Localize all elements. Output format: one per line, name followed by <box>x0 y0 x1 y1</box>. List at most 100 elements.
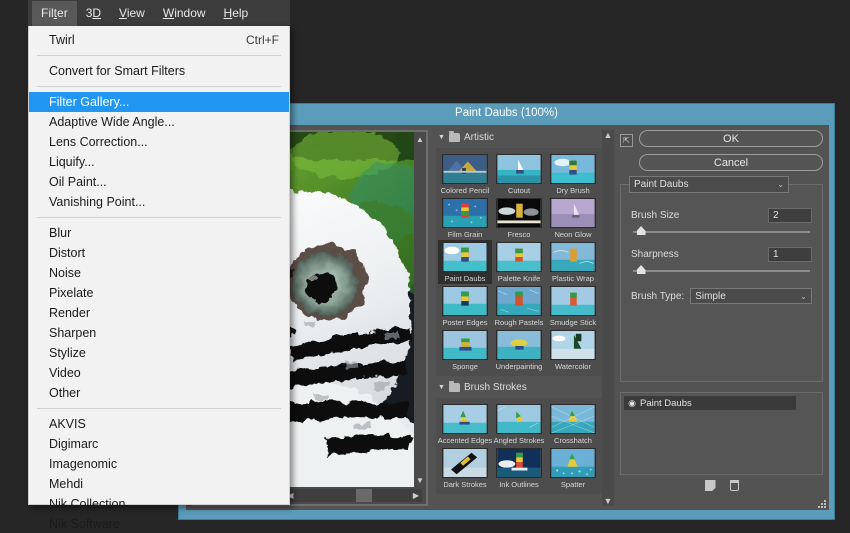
menu-item-label: Nik Collection <box>49 497 279 511</box>
filter-thumb-dark-strokes[interactable]: Dark Strokes <box>438 446 492 490</box>
filter-thumb-angled-strokes[interactable]: Angled Strokes <box>492 402 546 446</box>
new-effect-layer-icon[interactable] <box>705 480 716 491</box>
filter-thumb-underpainting[interactable]: Underpainting <box>492 328 546 372</box>
menu-item-label: Digimarc <box>49 437 279 451</box>
folder-icon <box>449 383 460 392</box>
filter-thumb-palette-knife[interactable]: Palette Knife <box>492 240 546 284</box>
filter-preview-image <box>496 154 542 184</box>
scroll-up-arrow-icon[interactable]: ▲ <box>604 130 613 140</box>
filter-thumb-colored-pencil[interactable]: Colored Pencil <box>438 152 492 196</box>
collapse-panel-icon[interactable]: ⇱ <box>620 134 633 147</box>
menu-item-label: Filter Gallery... <box>49 95 279 109</box>
brush-size-slider[interactable] <box>633 231 810 233</box>
menu-item-distort[interactable]: Distort <box>29 243 289 263</box>
filter-thumb-watercolor[interactable]: Watercolor <box>546 328 600 372</box>
category-header-brush-strokes[interactable]: ▼ Brush Strokes <box>436 380 604 395</box>
filter-preview-image <box>550 198 596 228</box>
effect-layer-name: Paint Daubs <box>640 398 692 409</box>
menubar-item-help[interactable]: Help <box>215 1 258 26</box>
category-panel-artistic: Colored Pencil Cutout Dry Brush <box>436 148 604 376</box>
browser-scrollbar[interactable]: ▲ ▼ <box>602 130 614 506</box>
slider-handle[interactable] <box>637 226 646 235</box>
menu-item-liquify[interactable]: Liquify... <box>29 152 289 172</box>
preview-horizontal-scrollbar[interactable]: ◀ ▶ <box>284 489 422 502</box>
category-header-artistic[interactable]: ▼ Artistic <box>436 130 604 145</box>
menubar-item-3d[interactable]: 3D <box>77 1 110 26</box>
filter-thumb-rough-pastels[interactable]: Rough Pastels <box>492 284 546 328</box>
brush-size-input[interactable]: 2 <box>768 208 812 223</box>
sharpness-slider[interactable] <box>633 270 810 272</box>
menu-item-digimarc[interactable]: Digimarc <box>29 434 289 454</box>
menu-item-nik-collection[interactable]: Nik Collection <box>29 494 289 514</box>
filter-thumb-sponge[interactable]: Sponge <box>438 328 492 372</box>
resize-grip-icon[interactable] <box>817 499 826 508</box>
menu-item-lens-correction[interactable]: Lens Correction... <box>29 132 289 152</box>
filter-thumb-smudge-stick[interactable]: Smudge Stick <box>546 284 600 328</box>
scroll-down-arrow-icon[interactable]: ▼ <box>604 496 613 506</box>
filter-thumb-crosshatch[interactable]: Crosshatch <box>546 402 600 446</box>
menu-item-imagenomic[interactable]: Imagenomic <box>29 454 289 474</box>
filter-thumb-ink-outlines[interactable]: Ink Outlines <box>492 446 546 490</box>
menu-item-filter-gallery[interactable]: Filter Gallery... <box>29 92 289 112</box>
filter-thumb-paint-daubs[interactable]: Paint Daubs <box>438 240 492 284</box>
filter-select-dropdown[interactable]: Paint Daubs ⌄ <box>629 176 789 193</box>
filter-parameters-box: Paint Daubs ⌄ Brush Size 2 Sharpness 1 <box>620 184 823 382</box>
menu-item-sharpen[interactable]: Sharpen <box>29 323 289 343</box>
filter-label: Sponge <box>452 362 478 371</box>
filter-label: Paint Daubs <box>445 274 486 283</box>
slider-handle[interactable] <box>637 265 646 274</box>
menu-item-label: Pixelate <box>49 286 279 300</box>
menu-item-other[interactable]: Other <box>29 383 289 403</box>
param-row-brush-size: Brush Size 2 <box>631 208 812 223</box>
filter-thumb-fresco[interactable]: Fresco <box>492 196 546 240</box>
menu-item-stylize[interactable]: Stylize <box>29 343 289 363</box>
thumbnail-grid: Accented Edges Angled Strokes Crosshatch <box>438 402 602 490</box>
menu-item-mehdi[interactable]: Mehdi <box>29 474 289 494</box>
scroll-up-arrow-icon[interactable]: ▲ <box>414 133 426 145</box>
menubar-item-view[interactable]: View <box>110 1 154 26</box>
menu-item-noise[interactable]: Noise <box>29 263 289 283</box>
menu-item-blur[interactable]: Blur <box>29 223 289 243</box>
menu-item-twirl[interactable]: Twirl Ctrl+F <box>29 30 289 50</box>
filter-thumb-film-grain[interactable]: Film Grain <box>438 196 492 240</box>
preview-vertical-scrollbar[interactable]: ▲ ▼ <box>414 132 426 487</box>
menu-item-pixelate[interactable]: Pixelate <box>29 283 289 303</box>
disclosure-triangle-icon[interactable]: ▼ <box>438 134 445 141</box>
sharpness-input[interactable]: 1 <box>768 247 812 262</box>
scroll-down-arrow-icon[interactable]: ▼ <box>414 474 426 486</box>
filter-thumb-spatter[interactable]: Spatter <box>546 446 600 490</box>
filter-preview-image <box>496 404 542 434</box>
filter-label: Neon Glow <box>554 230 591 239</box>
brush-type-dropdown[interactable]: Simple ⌄ <box>690 288 812 304</box>
dialog-buttons: OK Cancel <box>639 130 823 178</box>
menu-item-nik-software[interactable]: Nik Software <box>29 514 289 533</box>
menu-item-oil-paint[interactable]: Oil Paint... <box>29 172 289 192</box>
menubar-item-filter[interactable]: Filter <box>32 1 77 26</box>
menu-item-video[interactable]: Video <box>29 363 289 383</box>
param-label: Sharpness <box>631 249 679 260</box>
eye-visibility-icon[interactable]: ◉ <box>624 398 640 409</box>
filter-thumb-plastic-wrap[interactable]: Plastic Wrap <box>546 240 600 284</box>
scroll-thumb[interactable] <box>356 489 372 502</box>
menu-item-akvis[interactable]: AKVIS <box>29 414 289 434</box>
filter-thumb-dry-brush[interactable]: Dry Brush <box>546 152 600 196</box>
cancel-button[interactable]: Cancel <box>639 154 823 171</box>
menu-item-label: Lens Correction... <box>49 135 279 149</box>
menu-item-render[interactable]: Render <box>29 303 289 323</box>
filter-label: Poster Edges <box>442 318 487 327</box>
effect-layer-row[interactable]: ◉ Paint Daubs <box>624 396 796 410</box>
filter-thumb-cutout[interactable]: Cutout <box>492 152 546 196</box>
delete-effect-layer-icon[interactable] <box>730 480 739 491</box>
filter-thumb-neon-glow[interactable]: Neon Glow <box>546 196 600 240</box>
menu-item-adaptive-wide-angle[interactable]: Adaptive Wide Angle... <box>29 112 289 132</box>
disclosure-triangle-icon[interactable]: ▼ <box>438 384 445 391</box>
scroll-right-arrow-icon[interactable]: ▶ <box>410 490 422 502</box>
menu-item-convert-for-smart-filters[interactable]: Convert for Smart Filters <box>29 61 289 81</box>
menu-item-vanishing-point[interactable]: Vanishing Point... <box>29 192 289 212</box>
filter-thumb-accented-edges[interactable]: Accented Edges <box>438 402 492 446</box>
ok-button[interactable]: OK <box>639 130 823 147</box>
menubar-item-window[interactable]: Window <box>154 1 215 26</box>
filter-preview-image <box>550 448 596 478</box>
filter-thumb-poster-edges[interactable]: Poster Edges <box>438 284 492 328</box>
menubar-item-label: Help <box>224 6 249 20</box>
